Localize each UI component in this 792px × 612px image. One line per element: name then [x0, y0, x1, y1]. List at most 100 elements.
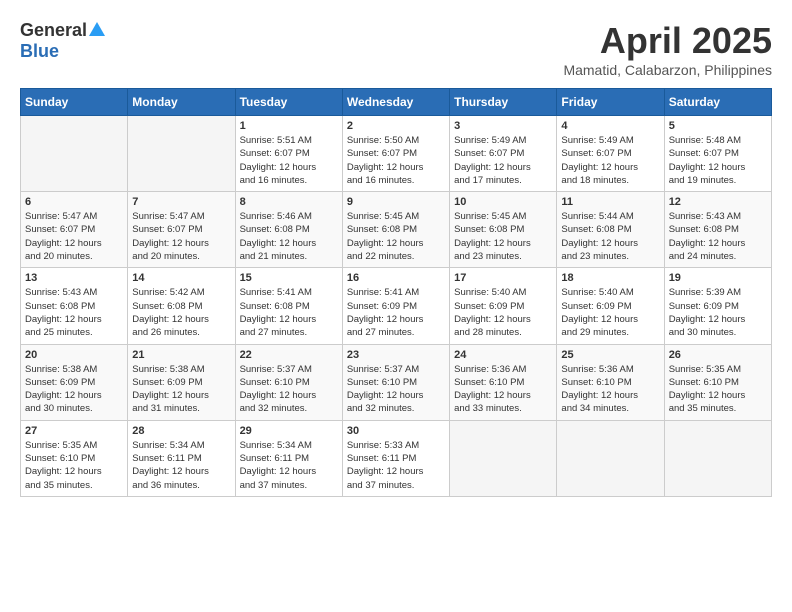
calendar-cell: 27Sunrise: 5:35 AM Sunset: 6:10 PM Dayli… [21, 420, 128, 496]
calendar-cell: 30Sunrise: 5:33 AM Sunset: 6:11 PM Dayli… [342, 420, 449, 496]
day-info: Sunrise: 5:49 AM Sunset: 6:07 PM Dayligh… [454, 134, 552, 187]
day-info: Sunrise: 5:38 AM Sunset: 6:09 PM Dayligh… [25, 363, 123, 416]
weekday-header-row: SundayMondayTuesdayWednesdayThursdayFrid… [21, 89, 772, 116]
day-info: Sunrise: 5:45 AM Sunset: 6:08 PM Dayligh… [454, 210, 552, 263]
calendar-cell: 24 Sunrise: 5:36 AM Sunset: 6:10 PM Dayli… [450, 344, 557, 420]
day-number: 8 [240, 196, 338, 208]
day-number: 6 [25, 196, 123, 208]
day-info: Sunrise: 5:37 AM Sunset: 6:10 PM Dayligh… [240, 363, 338, 416]
calendar-cell: 21Sunrise: 5:38 AM Sunset: 6:09 PM Dayli… [128, 344, 235, 420]
day-info: Sunrise: 5:39 AM Sunset: 6:09 PM Dayligh… [669, 286, 767, 339]
day-number: 30 [347, 425, 445, 437]
day-number: 29 [240, 425, 338, 437]
weekday-header-sunday: Sunday [21, 89, 128, 116]
day-info: Sunrise: 5:34 AM Sunset: 6:11 PM Dayligh… [132, 439, 230, 492]
day-number: 7 [132, 196, 230, 208]
day-info: Sunrise: 5:43 AM Sunset: 6:08 PM Dayligh… [25, 286, 123, 339]
calendar-cell: 26 Sunrise: 5:35 AM Sunset: 6:10 PM Dayli… [664, 344, 771, 420]
calendar-cell: 5 Sunrise: 5:48 AM Sunset: 6:07 PM Daylig… [664, 116, 771, 192]
weekday-header-thursday: Thursday [450, 89, 557, 116]
calendar-cell: 8 Sunrise: 5:46 AM Sunset: 6:08 PM Daylig… [235, 192, 342, 268]
calendar-cell [128, 116, 235, 192]
day-info: Sunrise: 5:50 AM Sunset: 6:07 PM Dayligh… [347, 134, 445, 187]
day-number: 2 [347, 120, 445, 132]
calendar-cell: 25 Sunrise: 5:36 AM Sunset: 6:10 PM Dayli… [557, 344, 664, 420]
day-info: Sunrise: 5:36 AM Sunset: 6:10 PM Dayligh… [454, 363, 552, 416]
calendar-week-row: 1 Sunrise: 5:51 AM Sunset: 6:07 PM Daylig… [21, 116, 772, 192]
day-number: 19 [669, 272, 767, 284]
calendar-cell: 11 Sunrise: 5:44 AM Sunset: 6:08 PM Dayli… [557, 192, 664, 268]
day-info: Sunrise: 5:45 AM Sunset: 6:08 PM Dayligh… [347, 210, 445, 263]
logo: General Blue [20, 20, 105, 62]
weekday-header-wednesday: Wednesday [342, 89, 449, 116]
weekday-header-friday: Friday [557, 89, 664, 116]
calendar-cell: 6 Sunrise: 5:47 AM Sunset: 6:07 PM Daylig… [21, 192, 128, 268]
day-number: 11 [561, 196, 659, 208]
title-area: April 2025 Mamatid, Calabarzon, Philippi… [563, 20, 772, 78]
header: General Blue April 2025 Mamatid, Calabar… [20, 20, 772, 78]
day-number: 3 [454, 120, 552, 132]
day-number: 21 [132, 349, 230, 361]
calendar-cell: 16 Sunrise: 5:41 AM Sunset: 6:09 PM Dayli… [342, 268, 449, 344]
calendar-table: SundayMondayTuesdayWednesdayThursdayFrid… [20, 88, 772, 497]
day-info: Sunrise: 5:37 AM Sunset: 6:10 PM Dayligh… [347, 363, 445, 416]
calendar-cell [557, 420, 664, 496]
day-number: 12 [669, 196, 767, 208]
logo-general-text: General [20, 20, 87, 41]
day-number: 22 [240, 349, 338, 361]
logo-triangle-icon [89, 22, 105, 36]
day-number: 10 [454, 196, 552, 208]
calendar-cell: 15Sunrise: 5:41 AM Sunset: 6:08 PM Dayli… [235, 268, 342, 344]
day-info: Sunrise: 5:34 AM Sunset: 6:11 PM Dayligh… [240, 439, 338, 492]
calendar-cell: 13 Sunrise: 5:43 AM Sunset: 6:08 PM Dayli… [21, 268, 128, 344]
day-number: 27 [25, 425, 123, 437]
day-info: Sunrise: 5:51 AM Sunset: 6:07 PM Dayligh… [240, 134, 338, 187]
day-info: Sunrise: 5:47 AM Sunset: 6:07 PM Dayligh… [132, 210, 230, 263]
calendar-cell: 2 Sunrise: 5:50 AM Sunset: 6:07 PM Daylig… [342, 116, 449, 192]
day-info: Sunrise: 5:35 AM Sunset: 6:10 PM Dayligh… [669, 363, 767, 416]
calendar-cell: 29 Sunrise: 5:34 AM Sunset: 6:11 PM Dayli… [235, 420, 342, 496]
day-info: Sunrise: 5:44 AM Sunset: 6:08 PM Dayligh… [561, 210, 659, 263]
day-number: 5 [669, 120, 767, 132]
day-number: 23 [347, 349, 445, 361]
day-info: Sunrise: 5:41 AM Sunset: 6:09 PM Dayligh… [347, 286, 445, 339]
day-number: 16 [347, 272, 445, 284]
calendar-cell: 23 Sunrise: 5:37 AM Sunset: 6:10 PM Dayli… [342, 344, 449, 420]
day-info: Sunrise: 5:40 AM Sunset: 6:09 PM Dayligh… [561, 286, 659, 339]
day-number: 26 [669, 349, 767, 361]
day-number: 24 [454, 349, 552, 361]
day-info: Sunrise: 5:43 AM Sunset: 6:08 PM Dayligh… [669, 210, 767, 263]
weekday-header-saturday: Saturday [664, 89, 771, 116]
calendar-cell [21, 116, 128, 192]
day-number: 25 [561, 349, 659, 361]
day-number: 18 [561, 272, 659, 284]
logo-blue-text: Blue [20, 41, 59, 62]
calendar-cell: 3 Sunrise: 5:49 AM Sunset: 6:07 PM Daylig… [450, 116, 557, 192]
day-number: 17 [454, 272, 552, 284]
day-number: 20 [25, 349, 123, 361]
day-info: Sunrise: 5:47 AM Sunset: 6:07 PM Dayligh… [25, 210, 123, 263]
day-info: Sunrise: 5:42 AM Sunset: 6:08 PM Dayligh… [132, 286, 230, 339]
calendar-cell: 14 Sunrise: 5:42 AM Sunset: 6:08 PM Dayli… [128, 268, 235, 344]
day-number: 15 [240, 272, 338, 284]
calendar-cell: 1 Sunrise: 5:51 AM Sunset: 6:07 PM Daylig… [235, 116, 342, 192]
calendar-week-row: 13 Sunrise: 5:43 AM Sunset: 6:08 PM Dayli… [21, 268, 772, 344]
day-info: Sunrise: 5:48 AM Sunset: 6:07 PM Dayligh… [669, 134, 767, 187]
calendar-cell: 18 Sunrise: 5:40 AM Sunset: 6:09 PM Dayli… [557, 268, 664, 344]
day-number: 14 [132, 272, 230, 284]
day-info: Sunrise: 5:36 AM Sunset: 6:10 PM Dayligh… [561, 363, 659, 416]
calendar-title: April 2025 [563, 20, 772, 62]
calendar-cell [450, 420, 557, 496]
day-number: 13 [25, 272, 123, 284]
calendar-cell: 7 Sunrise: 5:47 AM Sunset: 6:07 PM Daylig… [128, 192, 235, 268]
calendar-cell: 19 Sunrise: 5:39 AM Sunset: 6:09 PM Dayli… [664, 268, 771, 344]
day-info: Sunrise: 5:40 AM Sunset: 6:09 PM Dayligh… [454, 286, 552, 339]
day-number: 1 [240, 120, 338, 132]
calendar-week-row: 20 Sunrise: 5:38 AM Sunset: 6:09 PM Dayli… [21, 344, 772, 420]
calendar-location: Mamatid, Calabarzon, Philippines [563, 62, 772, 78]
calendar-cell: 20 Sunrise: 5:38 AM Sunset: 6:09 PM Dayli… [21, 344, 128, 420]
calendar-cell: 28Sunrise: 5:34 AM Sunset: 6:11 PM Dayli… [128, 420, 235, 496]
day-number: 4 [561, 120, 659, 132]
day-info: Sunrise: 5:46 AM Sunset: 6:08 PM Dayligh… [240, 210, 338, 263]
calendar-cell: 17 Sunrise: 5:40 AM Sunset: 6:09 PM Dayli… [450, 268, 557, 344]
